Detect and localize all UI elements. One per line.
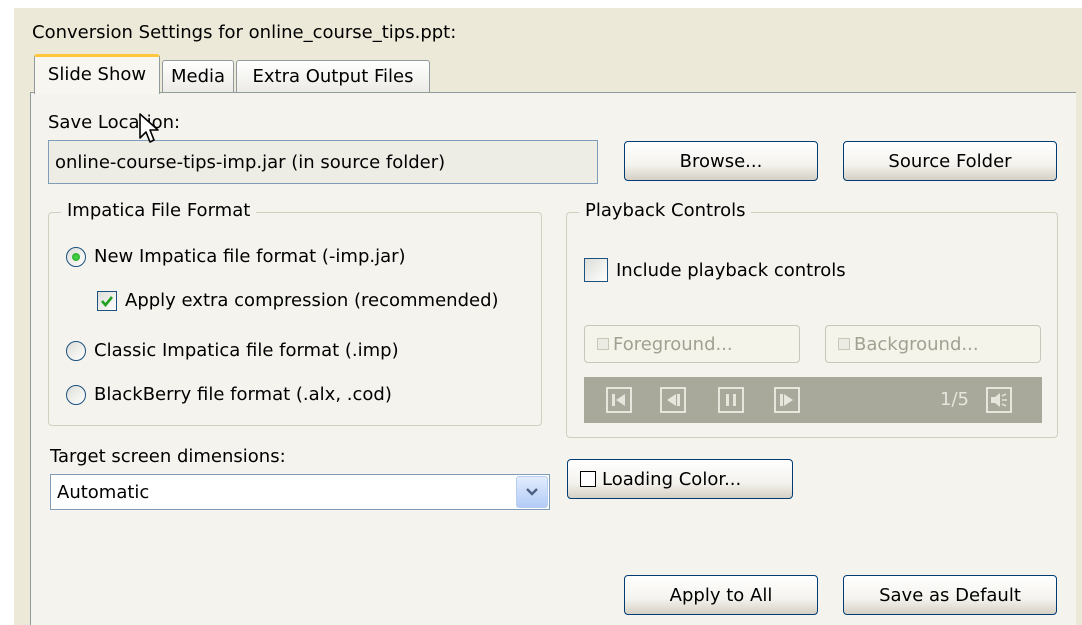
checkbox-include-playback[interactable]: Include playback controls <box>584 258 846 282</box>
foreground-swatch <box>597 338 609 350</box>
apply-to-all-button-label: Apply to All <box>669 584 773 606</box>
chevron-down-icon[interactable] <box>516 476 548 508</box>
save-as-default-button-label: Save as Default <box>879 584 1021 606</box>
mouse-pointer-icon <box>139 113 159 143</box>
pause-icon <box>718 387 744 413</box>
foreground-button-label: Foreground... <box>613 333 733 355</box>
save-location-field: online-course-tips-imp.jar (in source fo… <box>48 140 598 184</box>
source-folder-button[interactable]: Source Folder <box>843 141 1057 181</box>
tab-slide-show[interactable]: Slide Show <box>34 54 160 94</box>
radio-new-format-label: New Impatica file format (-imp.jar) <box>94 246 406 267</box>
background-swatch <box>838 338 850 350</box>
tab-label: Media <box>170 66 226 87</box>
radio-button-selected[interactable] <box>66 246 86 267</box>
first-slide-icon <box>606 387 632 413</box>
radio-blackberry-format[interactable]: BlackBerry file format (.alx, .cod) <box>66 384 392 405</box>
radio-new-format[interactable]: New Impatica file format (-imp.jar) <box>66 246 406 267</box>
radio-button[interactable] <box>66 340 86 361</box>
radio-classic-format-label: Classic Impatica file format (.imp) <box>94 340 399 361</box>
tab-extra-output-files[interactable]: Extra Output Files <box>236 60 430 92</box>
checkbox-unchecked[interactable] <box>584 258 608 282</box>
playback-preview-bar: 1/5 <box>584 377 1042 423</box>
radio-blackberry-format-label: BlackBerry file format (.alx, .cod) <box>94 384 392 405</box>
tab-label: Slide Show <box>47 64 147 85</box>
checkbox-extra-compression[interactable]: Apply extra compression (recommended) <box>97 290 499 311</box>
file-format-legend: Impatica File Format <box>61 200 257 221</box>
checkbox-extra-compression-label: Apply extra compression (recommended) <box>125 290 499 311</box>
loading-color-button-label: Loading Color... <box>602 468 742 490</box>
slide-counter: 1/5 <box>940 389 969 410</box>
loading-color-swatch <box>580 471 596 487</box>
dialog-title: Conversion Settings for online_course_ti… <box>32 22 457 43</box>
browse-button[interactable]: Browse... <box>624 141 818 181</box>
next-slide-icon <box>774 387 800 413</box>
source-folder-button-label: Source Folder <box>888 150 1012 172</box>
browse-button-label: Browse... <box>679 150 763 172</box>
apply-to-all-button[interactable]: Apply to All <box>624 575 818 615</box>
checkbox-include-playback-label: Include playback controls <box>616 259 846 281</box>
radio-button[interactable] <box>66 384 86 405</box>
foreground-button[interactable]: Foreground... <box>584 325 800 363</box>
background-button-label: Background... <box>854 333 979 355</box>
checkbox-checked[interactable] <box>97 290 117 311</box>
background-button[interactable]: Background... <box>825 325 1041 363</box>
target-screen-value: Automatic <box>57 481 150 503</box>
previous-slide-icon <box>660 387 686 413</box>
radio-dot <box>72 252 80 261</box>
tab-label: Extra Output Files <box>252 66 414 87</box>
save-location-value: online-course-tips-imp.jar (in source fo… <box>55 151 446 173</box>
checkmark-icon <box>101 295 114 307</box>
target-screen-label: Target screen dimensions: <box>50 446 286 467</box>
loading-color-button[interactable]: Loading Color... <box>567 459 793 499</box>
target-screen-select[interactable]: Automatic <box>50 474 550 510</box>
tab-media[interactable]: Media <box>162 60 234 92</box>
playback-controls-legend: Playback Controls <box>579 200 752 221</box>
save-as-default-button[interactable]: Save as Default <box>843 575 1057 615</box>
radio-classic-format[interactable]: Classic Impatica file format (.imp) <box>66 340 399 361</box>
speaker-icon <box>986 387 1012 413</box>
